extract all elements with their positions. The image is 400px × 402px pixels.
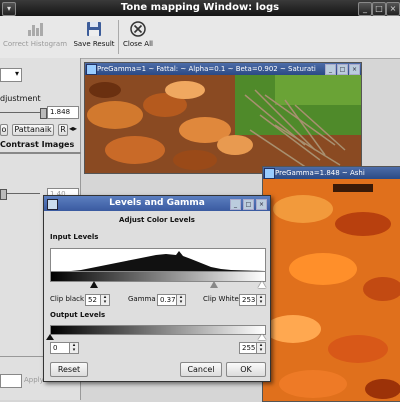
pregamma-value-field[interactable]: 1.848 bbox=[47, 106, 79, 119]
histogram bbox=[50, 248, 266, 272]
ok-button[interactable]: OK bbox=[226, 362, 266, 377]
tab-pattanaik[interactable]: Pattanaik bbox=[12, 124, 54, 136]
correct-histogram-label: Correct Histogram bbox=[2, 40, 68, 48]
window-titlebar: Tone mapping Window: logs bbox=[0, 0, 400, 16]
minimize-icon[interactable]: _ bbox=[358, 2, 372, 16]
tabs-scroll-arrow-icon[interactable]: ◂▸ bbox=[69, 124, 77, 134]
clip-black-spinbox[interactable]: 52 bbox=[85, 294, 101, 306]
tab-left[interactable]: o bbox=[0, 124, 8, 136]
maximize-icon[interactable]: □ bbox=[337, 64, 348, 75]
image-window-ashikhmin[interactable]: PreGamma=1.848 ~ Ashi bbox=[262, 166, 400, 402]
window-title: Tone mapping Window: logs bbox=[120, 2, 280, 13]
apply-input[interactable] bbox=[0, 374, 22, 388]
pregamma-slider-handle[interactable] bbox=[40, 108, 47, 119]
histogram-icon bbox=[26, 20, 44, 38]
correct-histogram-button[interactable]: Correct Histogram bbox=[2, 16, 68, 58]
output-black-handle[interactable] bbox=[46, 334, 54, 340]
spinbox-arrows-icon[interactable]: ▴ ▾ bbox=[176, 294, 186, 306]
window-icon bbox=[264, 168, 275, 179]
dialog-title: Levels and Gamma bbox=[109, 198, 205, 208]
window-icon bbox=[86, 64, 97, 75]
dialog-subtitle: Adjust Color Levels bbox=[119, 216, 195, 224]
close-all-button[interactable]: Close All bbox=[120, 16, 156, 58]
minimize-icon[interactable]: _ bbox=[230, 199, 241, 210]
maximize-icon[interactable]: □ bbox=[372, 2, 386, 16]
clip-white-label: Clip White bbox=[203, 295, 239, 303]
reset-button[interactable]: Reset bbox=[50, 362, 88, 377]
divider bbox=[0, 152, 81, 154]
clip-white-spinbox[interactable]: 253 bbox=[239, 294, 257, 306]
tab-right[interactable]: R bbox=[58, 124, 68, 136]
maximize-icon[interactable]: □ bbox=[243, 199, 254, 210]
spinbox-arrows-icon[interactable]: ▴ ▾ bbox=[256, 342, 266, 354]
toolbar: Correct Histogram Save Result Close All bbox=[0, 16, 400, 59]
close-all-icon bbox=[129, 20, 147, 38]
contrast-slider-handle[interactable] bbox=[0, 189, 7, 200]
contrast-images-label: Contrast Images bbox=[0, 140, 75, 149]
image-window-title: PreGamma=1.848 ~ Ashi bbox=[263, 167, 400, 179]
tonemapped-image-fattal[interactable] bbox=[85, 75, 361, 173]
image-window-title: PreGamma=1 ~ Fattal: ~ Alpha=0.1 ~ Beta=… bbox=[85, 63, 361, 75]
close-all-label: Close All bbox=[123, 40, 153, 48]
save-result-label: Save Result bbox=[73, 40, 115, 48]
apply-button[interactable]: Apply bbox=[24, 376, 44, 384]
close-icon[interactable]: × bbox=[256, 199, 267, 210]
output-levels-label: Output Levels bbox=[50, 311, 106, 319]
clip-white-handle[interactable] bbox=[258, 281, 266, 288]
output-white-spinbox[interactable]: 255 bbox=[239, 342, 257, 354]
close-icon[interactable]: × bbox=[386, 2, 400, 16]
toolbar-separator bbox=[118, 20, 119, 54]
gamma-spinbox[interactable]: 0.37 bbox=[157, 294, 177, 306]
output-white-handle[interactable] bbox=[258, 334, 266, 340]
output-gradient-bar bbox=[50, 325, 266, 335]
save-icon bbox=[85, 20, 103, 38]
gamma-label: Gamma bbox=[128, 295, 156, 303]
input-gradient-bar bbox=[50, 271, 266, 282]
save-result-button[interactable]: Save Result bbox=[72, 16, 116, 58]
spinbox-arrows-icon[interactable]: ▴ ▾ bbox=[100, 294, 110, 306]
spinbox-arrows-icon[interactable]: ▴ ▾ bbox=[256, 294, 266, 306]
window-menu-icon[interactable]: ▾ bbox=[2, 2, 16, 16]
gamma-handle[interactable] bbox=[210, 281, 218, 288]
close-icon[interactable]: × bbox=[349, 64, 360, 75]
adjustment-label: djustment bbox=[0, 94, 41, 103]
clip-black-label: Clip black bbox=[50, 295, 85, 303]
minimize-icon[interactable]: _ bbox=[325, 64, 336, 75]
output-black-spinbox[interactable]: 0 bbox=[50, 342, 70, 354]
input-levels-label: Input Levels bbox=[50, 233, 99, 241]
dialog-menu-icon[interactable] bbox=[47, 199, 58, 210]
cancel-button[interactable]: Cancel bbox=[180, 362, 222, 377]
tonemapped-image-ashikhmin[interactable] bbox=[263, 179, 400, 401]
spinbox-arrows-icon[interactable]: ▴ ▾ bbox=[69, 342, 79, 354]
levels-gamma-dialog: Levels and Gamma _ □ × Adjust Color Leve… bbox=[43, 195, 271, 382]
image-window-fattal[interactable]: PreGamma=1 ~ Fattal: ~ Alpha=0.1 ~ Beta=… bbox=[84, 62, 362, 174]
clip-black-handle[interactable] bbox=[90, 281, 98, 288]
chevron-down-icon: ▾ bbox=[14, 69, 19, 78]
operator-select[interactable]: ▾ bbox=[0, 68, 22, 82]
